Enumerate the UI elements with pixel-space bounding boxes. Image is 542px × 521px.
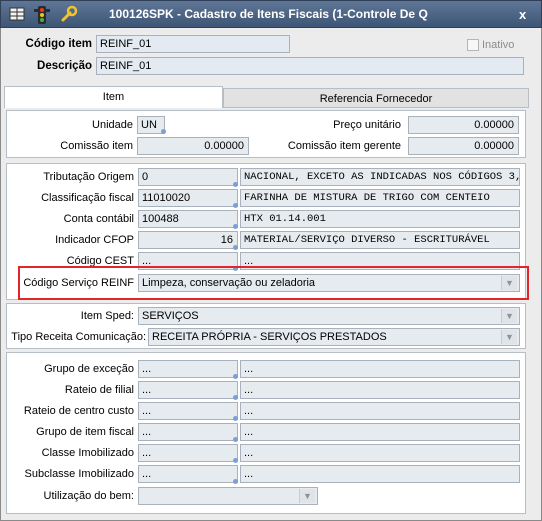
codigo-item-label: Código item [25, 38, 92, 50]
tab-referencia-label: Referencia Fornecedor [319, 93, 433, 105]
grupo-excecao-label: Grupo de exceção [44, 363, 134, 375]
conta-contabil-code-field[interactable]: 100488 [138, 210, 238, 228]
tributacao-code-field[interactable]: 0 [138, 168, 238, 186]
lookup-icon[interactable] [233, 245, 238, 250]
lookup-icon[interactable] [233, 374, 238, 379]
subclasse-imobilizado-desc-field: ... [240, 465, 520, 483]
rateio-filial-label: Rateio de filial [64, 384, 134, 396]
close-icon[interactable]: x [519, 7, 526, 22]
lookup-icon[interactable] [233, 416, 238, 421]
rateio-centro-custo-desc-field: ... [240, 402, 520, 420]
lookup-icon[interactable] [233, 395, 238, 400]
descricao-field[interactable]: REINF_01 [96, 57, 524, 75]
conta-contabil-desc-field: HTX 01.14.001 [240, 210, 520, 228]
comissao-gerente-label: Comissão item gerente [287, 140, 401, 152]
wrench-icon[interactable] [59, 4, 79, 24]
comissao-item-field[interactable]: 0.00000 [137, 137, 249, 155]
tributacao-label: Tributação Origem [43, 171, 134, 183]
descricao-label: Descrição [37, 60, 92, 72]
grid-icon[interactable] [7, 4, 27, 24]
conta-contabil-label: Conta contábil [63, 213, 134, 225]
comissao-item-label: Comissão item [60, 140, 133, 152]
title-bar: 100126SPK - Cadastro de Itens Fiscais (1… [0, 0, 542, 28]
lookup-icon[interactable] [233, 182, 238, 187]
traffic-light-icon[interactable] [32, 4, 52, 24]
chevron-down-icon[interactable]: ▼ [501, 309, 517, 323]
tipo-receita-select[interactable]: RECEITA PRÓPRIA - SERVIÇOS PRESTADOS ▼ [148, 328, 520, 346]
classificacao-desc-field: FARINHA DE MISTURA DE TRIGO COM CENTEIO [240, 189, 520, 207]
reinf-highlight-box [18, 266, 529, 300]
tab-item-label: Item [102, 91, 125, 103]
chevron-down-icon[interactable]: ▼ [501, 330, 517, 344]
inativo-label: Inativo [482, 39, 515, 51]
subclasse-imobilizado-code-field[interactable]: ... [138, 465, 238, 483]
codigo-item-field[interactable]: REINF_01 [96, 35, 290, 53]
tipo-receita-value: RECEITA PRÓPRIA - SERVIÇOS PRESTADOS [152, 331, 387, 343]
utilizacao-bem-select[interactable]: ▼ [138, 487, 318, 505]
grupo-item-fiscal-desc-field: ... [240, 423, 520, 441]
lookup-icon[interactable] [233, 437, 238, 442]
item-sped-label: Item Sped: [80, 310, 134, 322]
grupo-excecao-desc-field: ... [240, 360, 520, 378]
lookup-icon[interactable] [233, 458, 238, 463]
classificacao-code-field[interactable]: 11010020 [138, 189, 238, 207]
lookup-icon[interactable] [161, 129, 166, 134]
tributacao-desc-field: NACIONAL, EXCETO AS INDICADAS NOS CÓDIGO… [240, 168, 520, 186]
rateio-filial-desc-field: ... [240, 381, 520, 399]
subclasse-imobilizado-label: Subclasse Imobilizado [24, 468, 134, 480]
preco-unitario-field[interactable]: 0.00000 [408, 116, 519, 134]
classificacao-label: Classificação fiscal [41, 192, 134, 204]
utilizacao-bem-label: Utilização do bem: [43, 490, 135, 502]
window-title: 100126SPK - Cadastro de Itens Fiscais (1… [109, 7, 428, 21]
grupo-item-fiscal-label: Grupo de item fiscal [36, 426, 134, 438]
tab-item[interactable]: Item [4, 86, 223, 108]
classe-imobilizado-label: Classe Imobilizado [41, 447, 134, 459]
lookup-icon[interactable] [233, 479, 238, 484]
comissao-gerente-field[interactable]: 0.00000 [408, 137, 519, 155]
item-sped-value: SERVIÇOS [142, 310, 199, 322]
indicador-cfop-code-field[interactable]: 16 [138, 231, 238, 249]
rateio-centro-custo-label: Rateio de centro custo [23, 405, 134, 417]
classe-imobilizado-desc-field: ... [240, 444, 520, 462]
lookup-icon[interactable] [233, 203, 238, 208]
preco-unitario-label: Preço unitário [333, 119, 401, 131]
grupo-item-fiscal-code-field[interactable]: ... [138, 423, 238, 441]
inativo-checkbox[interactable] [467, 39, 479, 51]
lookup-icon[interactable] [233, 224, 238, 229]
tab-referencia-fornecedor[interactable]: Referencia Fornecedor [223, 88, 529, 108]
indicador-cfop-label: Indicador CFOP [55, 234, 134, 246]
item-sped-select[interactable]: SERVIÇOS ▼ [138, 307, 520, 325]
unidade-label: Unidade [92, 119, 133, 131]
rateio-centro-custo-code-field[interactable]: ... [138, 402, 238, 420]
indicador-cfop-desc-field: MATERIAL/SERVIÇO DIVERSO - ESCRITURÁVEL [240, 231, 520, 249]
rateio-filial-code-field[interactable]: ... [138, 381, 238, 399]
chevron-down-icon[interactable]: ▼ [299, 489, 315, 503]
tipo-receita-label: Tipo Receita Comunicação: [11, 331, 146, 343]
grupo-excecao-code-field[interactable]: ... [138, 360, 238, 378]
classe-imobilizado-code-field[interactable]: ... [138, 444, 238, 462]
